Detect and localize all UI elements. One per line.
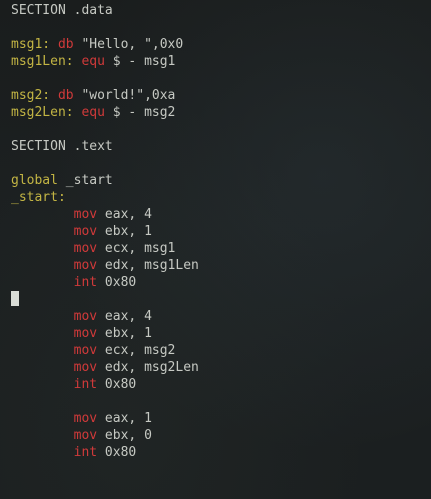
code-line[interactable]: [11, 121, 199, 138]
keyword-token: mov: [73, 411, 98, 426]
code-line[interactable]: mov edx, msg1Len: [11, 257, 199, 274]
code-line[interactable]: [11, 70, 199, 87]
code-token: _start: [57, 173, 113, 188]
code-line[interactable]: global _start: [11, 172, 199, 189]
keyword-token: mov: [73, 309, 98, 324]
code-line[interactable]: msg2Len: equ $ - msg2: [11, 104, 199, 121]
keyword-token: mov: [73, 343, 98, 358]
code-line[interactable]: SECTION .data: [11, 2, 199, 19]
code-line[interactable]: mov eax, 1: [11, 410, 199, 427]
code-line[interactable]: mov ebx, 1: [11, 325, 199, 342]
code-line[interactable]: int 0x80: [11, 444, 199, 461]
keyword-token: int: [73, 445, 98, 460]
code-line[interactable]: msg1: db "Hello, ",0x0: [11, 36, 199, 53]
keyword-token: mov: [73, 326, 98, 341]
code-token: $ - msg2: [104, 105, 176, 120]
label-token: msg1:: [11, 37, 51, 52]
code-area[interactable]: SECTION .data msg1: db "Hello, ",0x0 msg1L…: [11, 2, 199, 461]
label-token: global: [11, 173, 58, 188]
code-line[interactable]: mov ecx, msg1: [11, 240, 199, 257]
keyword-token: mov: [73, 207, 98, 222]
code-token: edx, msg2Len: [97, 360, 199, 375]
code-token: edx, msg1Len: [97, 258, 199, 273]
code-line[interactable]: mov ecx, msg2: [11, 342, 199, 359]
code-token: SECTION .text: [11, 139, 113, 154]
code-line[interactable]: [11, 19, 199, 36]
code-line[interactable]: mov ebx, 1: [11, 223, 199, 240]
code-line[interactable]: mov eax, 4: [11, 308, 199, 325]
code-line[interactable]: [11, 393, 199, 410]
code-token: 0x80: [97, 275, 137, 290]
code-token: "Hello, ",0x0: [73, 37, 184, 52]
code-token: ebx, 1: [97, 326, 152, 341]
code-token: ebx, 1: [97, 224, 152, 239]
code-editor[interactable]: SECTION .data msg1: db "Hello, ",0x0 msg1L…: [0, 0, 431, 499]
keyword-token: db: [57, 88, 74, 103]
code-line[interactable]: [11, 155, 199, 172]
code-line[interactable]: mov eax, 4: [11, 206, 199, 223]
code-token: 0x80: [97, 377, 137, 392]
label-token: msg1Len:: [11, 54, 74, 69]
code-line[interactable]: int 0x80: [11, 274, 199, 291]
code-line[interactable]: _start:: [11, 189, 199, 206]
code-token: eax, 4: [97, 207, 152, 222]
code-token: ecx, msg1: [97, 241, 176, 256]
keyword-token: mov: [73, 224, 98, 239]
code-token: 0x80: [97, 445, 137, 460]
code-token: eax, 1: [97, 411, 152, 426]
code-line[interactable]: [11, 291, 199, 308]
keyword-token: mov: [73, 241, 98, 256]
label-token: msg2Len:: [11, 105, 74, 120]
code-line[interactable]: mov ebx, 0: [11, 427, 199, 444]
keyword-token: int: [73, 275, 98, 290]
label-token: _start:: [11, 190, 66, 205]
keyword-token: mov: [73, 258, 98, 273]
label-token: msg2:: [11, 88, 51, 103]
keyword-token: equ: [81, 105, 105, 120]
text-cursor: [11, 291, 19, 306]
code-token: eax, 4: [97, 309, 152, 324]
keyword-token: equ: [81, 54, 105, 69]
code-line[interactable]: mov edx, msg2Len: [11, 359, 199, 376]
code-token: ecx, msg2: [97, 343, 176, 358]
keyword-token: int: [73, 377, 98, 392]
code-line[interactable]: msg1Len: equ $ - msg1: [11, 53, 199, 70]
code-token: "world!",0xa: [73, 88, 176, 103]
code-line[interactable]: msg2: db "world!",0xa: [11, 87, 199, 104]
code-line[interactable]: SECTION .text: [11, 138, 199, 155]
keyword-token: mov: [73, 428, 98, 443]
code-token: SECTION .data: [11, 3, 113, 18]
code-line[interactable]: int 0x80: [11, 376, 199, 393]
keyword-token: db: [57, 37, 74, 52]
keyword-token: mov: [73, 360, 98, 375]
code-token: $ - msg1: [104, 54, 176, 69]
code-token: ebx, 0: [97, 428, 152, 443]
